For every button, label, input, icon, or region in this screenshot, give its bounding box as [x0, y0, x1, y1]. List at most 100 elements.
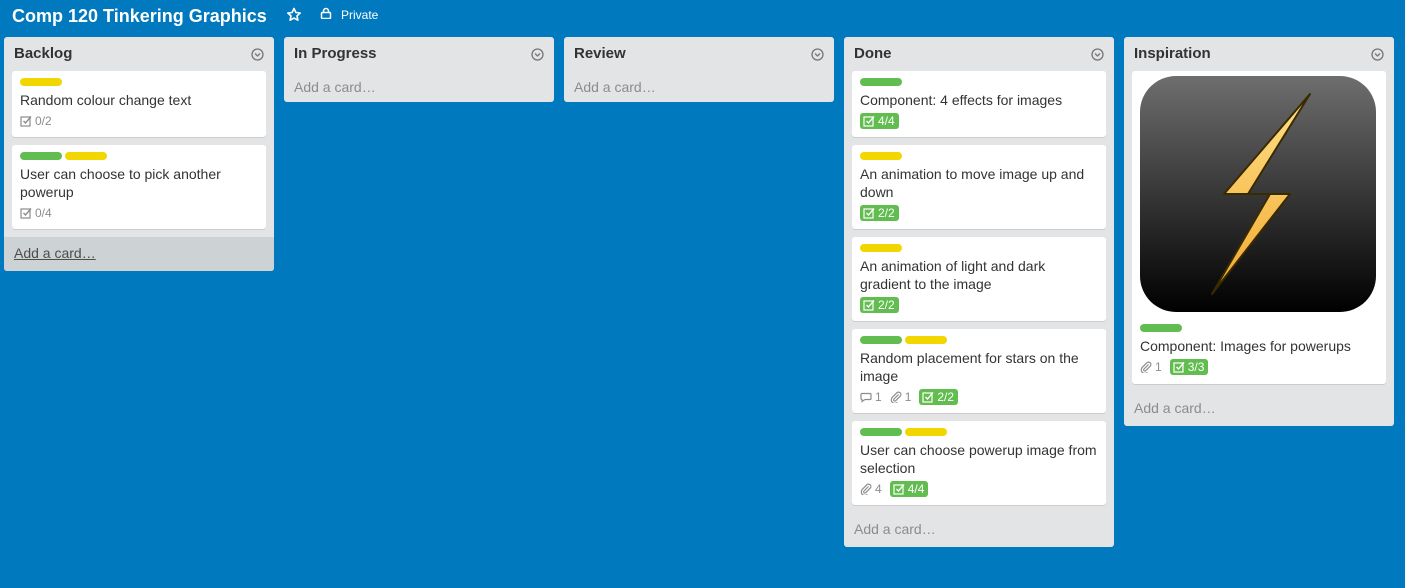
comments-badge: 1 [860, 390, 882, 404]
add-card-button[interactable]: Add a card… [284, 71, 554, 102]
label-green [1140, 324, 1182, 332]
card[interactable]: An animation to move image up and down 2… [852, 145, 1106, 229]
card[interactable]: Component: 4 effects for images 4/4 [852, 71, 1106, 137]
label-yellow [65, 152, 107, 160]
card-labels [20, 152, 258, 160]
card-labels [860, 244, 1098, 252]
comments-count: 1 [875, 390, 882, 404]
checklist-icon [1173, 362, 1185, 373]
label-yellow [905, 336, 947, 344]
card-badges: 1 3/3 [1140, 358, 1378, 376]
label-green [20, 152, 62, 160]
checklist-badge: 4/4 [860, 113, 899, 129]
list-title[interactable]: Backlog [14, 45, 72, 62]
card-badges: 4 4/4 [860, 480, 1098, 498]
checklist-icon [863, 300, 875, 311]
card-badges: 4/4 [860, 112, 1098, 130]
checklist-badge: 3/3 [1169, 359, 1209, 375]
card-title: Component: 4 effects for images [860, 92, 1063, 108]
attachments-count: 4 [875, 482, 882, 496]
card-labels [860, 152, 1098, 160]
board-header: Comp 120 Tinkering Graphics Private [0, 0, 1405, 32]
checklist-badge: 2/2 [860, 205, 899, 221]
list-menu-icon[interactable] [251, 48, 264, 61]
card-title: Random colour change text [20, 92, 192, 108]
attachments-count: 1 [1155, 360, 1162, 374]
card[interactable]: Random placement for stars on the image … [852, 329, 1106, 413]
checklist-badge: 0/4 [20, 206, 52, 220]
card-badges: 0/2 [20, 112, 258, 130]
label-yellow [860, 244, 902, 252]
visibility-label: Private [341, 8, 379, 22]
list-title[interactable]: Inspiration [1134, 45, 1211, 62]
list-menu-icon[interactable] [811, 48, 824, 61]
card-title: User can choose powerup image from selec… [860, 442, 1097, 476]
add-card-button[interactable]: Add a card… [4, 237, 274, 271]
list-menu-icon[interactable] [1371, 48, 1384, 61]
card-labels [860, 336, 1098, 344]
card[interactable]: Random colour change text 0/2 [12, 71, 266, 137]
checklist-count: 2/2 [878, 298, 895, 312]
label-yellow [905, 428, 947, 436]
add-card-button[interactable]: Add a card… [564, 71, 834, 102]
card-badges: 1 1 2/2 [860, 388, 1098, 406]
paperclip-icon [860, 483, 872, 495]
attachments-count: 1 [904, 390, 912, 404]
list-title[interactable]: In Progress [294, 45, 377, 62]
checklist-badge: 2/2 [860, 297, 899, 313]
checklist-count: 0/2 [35, 114, 52, 128]
add-card-button[interactable]: Add a card… [844, 513, 1114, 547]
list-header: Backlog [4, 37, 274, 71]
card-labels [20, 78, 258, 86]
paperclip-icon [890, 391, 902, 403]
card-title: Random placement for stars on the image [860, 350, 1079, 384]
card[interactable]: An animation of light and dark gradient … [852, 237, 1106, 321]
card-title: User can choose to pick another powerup [20, 166, 221, 200]
card-labels [860, 428, 1098, 436]
checklist-icon [893, 484, 905, 495]
card[interactable]: User can choose to pick another powerup … [12, 145, 266, 229]
checklist-icon [863, 116, 875, 127]
list-header: Done [844, 37, 1114, 71]
paperclip-icon [1140, 361, 1152, 373]
checklist-icon [922, 392, 934, 403]
card[interactable]: Component: Images for powerups 1 3/3 [1132, 71, 1386, 384]
checklist-count: 2/2 [937, 390, 955, 404]
card-title: An animation to move image up and down [860, 166, 1085, 200]
checklist-badge: 4/4 [889, 481, 929, 497]
list-menu-icon[interactable] [1091, 48, 1104, 61]
card-badges: 2/2 [860, 204, 1098, 222]
add-card-button[interactable]: Add a card… [1124, 392, 1394, 426]
label-green [860, 428, 902, 436]
list-menu-icon[interactable] [531, 48, 544, 61]
label-yellow [20, 78, 62, 86]
list-title[interactable]: Review [574, 45, 626, 62]
lightning-bolt-icon [1140, 76, 1376, 312]
checklist-count: 2/2 [878, 206, 895, 220]
list-title[interactable]: Done [854, 45, 892, 62]
card-labels [860, 78, 1098, 86]
checklist-badge: 2/2 [919, 389, 959, 405]
checklist-count: 4/4 [907, 482, 925, 496]
label-green [860, 336, 902, 344]
checklist-count: 3/3 [1187, 360, 1205, 374]
checklist-icon [20, 116, 32, 127]
list-header: Inspiration [1124, 37, 1394, 71]
comment-icon [860, 392, 872, 403]
board-title[interactable]: Comp 120 Tinkering Graphics [12, 5, 267, 27]
visibility-button[interactable]: Private [320, 6, 378, 24]
card-title: Component: Images for powerups [1140, 338, 1351, 354]
list-review: Review Add a card… [564, 37, 834, 102]
attachments-badge: 1 [1140, 360, 1162, 374]
checklist-count: 0/4 [35, 206, 52, 220]
list-inspiration: Inspiration Component: Images for poweru… [1124, 37, 1394, 426]
list-backlog: Backlog Random colour change text 0/2 Us… [4, 37, 274, 271]
list-in-progress: In Progress Add a card… [284, 37, 554, 102]
list-header: In Progress [284, 37, 554, 71]
list-done: Done Component: 4 effects for images 4/4… [844, 37, 1114, 547]
card[interactable]: User can choose powerup image from selec… [852, 421, 1106, 505]
checklist-icon [863, 208, 875, 219]
label-yellow [860, 152, 902, 160]
star-icon[interactable] [285, 6, 303, 24]
card-title: An animation of light and dark gradient … [860, 258, 1046, 292]
